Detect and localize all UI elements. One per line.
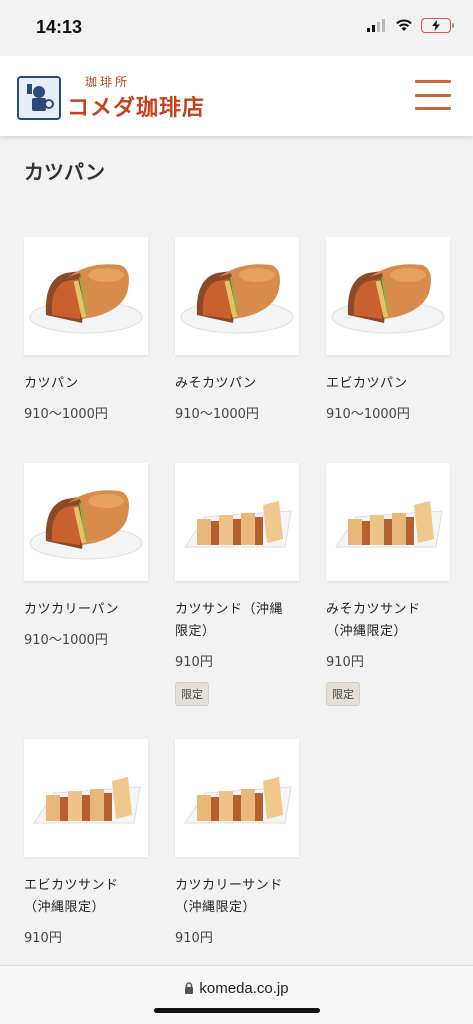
product-price: 910円 [175,655,213,670]
product-image[interactable] [24,237,148,355]
url-display[interactable]: komeda.co.jp [0,980,473,997]
product-card[interactable]: みそカツサンド （沖縄限定） 910円 限定 [326,463,450,706]
home-indicator[interactable] [154,1008,320,1013]
product-image[interactable] [24,463,148,581]
product-price: 910円 [326,655,364,670]
product-image[interactable] [326,237,450,355]
logo-title: コメダ珈琲店 [67,95,206,121]
product-card[interactable]: カツサンド（沖縄 限定） 910円 限定 [175,463,299,706]
browser-url-bar[interactable]: komeda.co.jp [0,965,473,1024]
hamburger-icon-bar [415,107,451,110]
product-card[interactable]: エビカツパン 910〜1000円 [326,237,450,422]
katsu-sandwich-illustration [184,501,292,548]
product-image[interactable] [175,237,299,355]
battery-icon [421,18,454,33]
katsu-bun-illustration [29,490,143,560]
hamburger-icon-bar [415,93,451,97]
product-price: 910円 [24,931,62,946]
product-price: 910〜1000円 [175,407,259,422]
katsu-sandwich-illustration [184,777,292,824]
logo-emblem-icon [17,75,61,120]
product-name[interactable]: カツカリーパン [24,599,148,621]
product-price: 910〜1000円 [24,407,108,422]
page-title: カツパン [24,160,105,184]
product-price: 910〜1000円 [326,407,410,422]
hamburger-icon-bar [415,80,451,83]
katsu-sandwich-illustration [33,777,141,824]
signal-icon [367,19,385,32]
limited-badge: 限定 [175,682,209,706]
product-card[interactable]: カツカリーサンド （沖縄限定） 910円 [175,739,299,946]
product-name[interactable]: みそカツパン [175,373,299,395]
status-time: 14:13 [36,17,83,37]
katsu-bun-illustration [29,264,143,334]
limited-badge: 限定 [326,682,360,706]
product-card[interactable]: カツパン 910〜1000円 [24,237,148,422]
product-image[interactable] [175,463,299,581]
hamburger-menu-button[interactable] [415,80,451,110]
product-name[interactable]: カツサンド（沖縄 限定） [175,599,299,643]
product-card[interactable]: エビカツサンド （沖縄限定） 910円 [24,739,148,946]
site-header: 珈琲所 コメダ珈琲店 [0,56,473,136]
product-name[interactable]: エビカツサンド （沖縄限定） [24,875,148,919]
product-name[interactable]: カツパン [24,373,148,395]
product-name[interactable]: エビカツパン [326,373,450,395]
komeda-logo[interactable]: 珈琲所 コメダ珈琲店 [17,73,205,122]
wifi-icon [396,19,412,31]
product-card[interactable]: カツカリーパン 910〜1000円 [24,463,148,648]
url-text: komeda.co.jp [199,980,289,997]
product-price: 910〜1000円 [24,633,108,648]
product-card[interactable]: みそカツパン 910〜1000円 [175,237,299,422]
product-image[interactable] [326,463,450,581]
status-icons [367,18,454,33]
product-image[interactable] [175,739,299,857]
product-image[interactable] [24,739,148,857]
product-price: 910円 [175,931,213,946]
product-name[interactable]: みそカツサンド （沖縄限定） [326,599,450,643]
katsu-bun-illustration [180,264,294,334]
logo-subtitle: 珈琲所 [85,75,131,89]
product-name[interactable]: カツカリーサンド （沖縄限定） [175,875,299,919]
status-bar: 14:13 [0,0,473,56]
lock-icon [185,982,194,994]
katsu-sandwich-illustration [335,501,443,548]
katsu-bun-illustration [331,264,445,334]
